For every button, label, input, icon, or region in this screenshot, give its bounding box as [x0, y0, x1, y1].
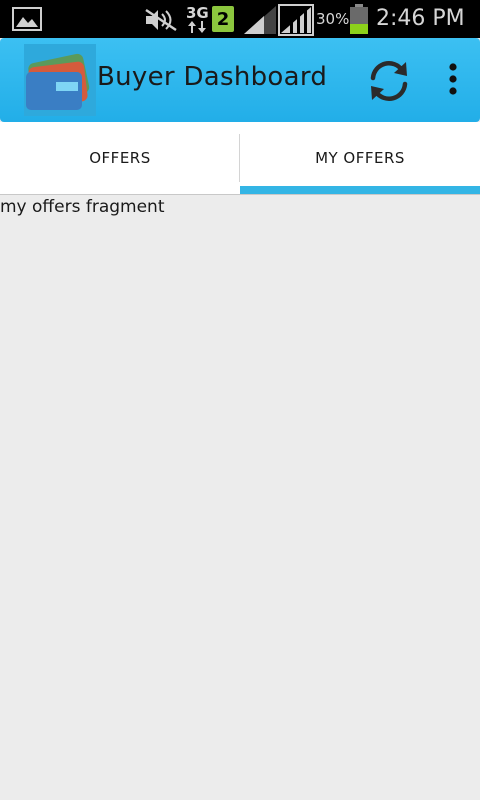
gallery-icon [12, 7, 42, 31]
fragment-text: my offers fragment [0, 197, 165, 217]
status-time: 2:46 PM [376, 6, 465, 31]
tab-bar: OFFERS MY OFFERS [0, 122, 480, 195]
signal-full-icon [278, 4, 314, 36]
fragment-content: my offers fragment [0, 195, 480, 800]
3g-data-icon: 3G [184, 4, 209, 34]
overflow-menu-icon[interactable] [436, 60, 470, 100]
action-bar: Buyer Dashboard [0, 38, 480, 122]
sim-2-icon: 2 [212, 6, 234, 32]
tab-offers[interactable]: OFFERS [0, 122, 240, 194]
tab-offers-label: OFFERS [89, 149, 151, 167]
tab-my-offers[interactable]: MY OFFERS [240, 122, 480, 194]
wallet-cards-icon[interactable] [24, 44, 96, 116]
battery-icon [350, 4, 368, 34]
status-bar: 3G 2 30% 2:46 PM [0, 0, 480, 38]
refresh-icon[interactable] [364, 56, 414, 106]
battery-percent: 30% [316, 10, 350, 28]
signal-icon [244, 6, 276, 34]
mute-icon [145, 8, 177, 32]
selected-tab-indicator [240, 186, 480, 194]
app-title: Buyer Dashboard [97, 62, 328, 92]
tab-my-offers-label: MY OFFERS [315, 149, 405, 167]
